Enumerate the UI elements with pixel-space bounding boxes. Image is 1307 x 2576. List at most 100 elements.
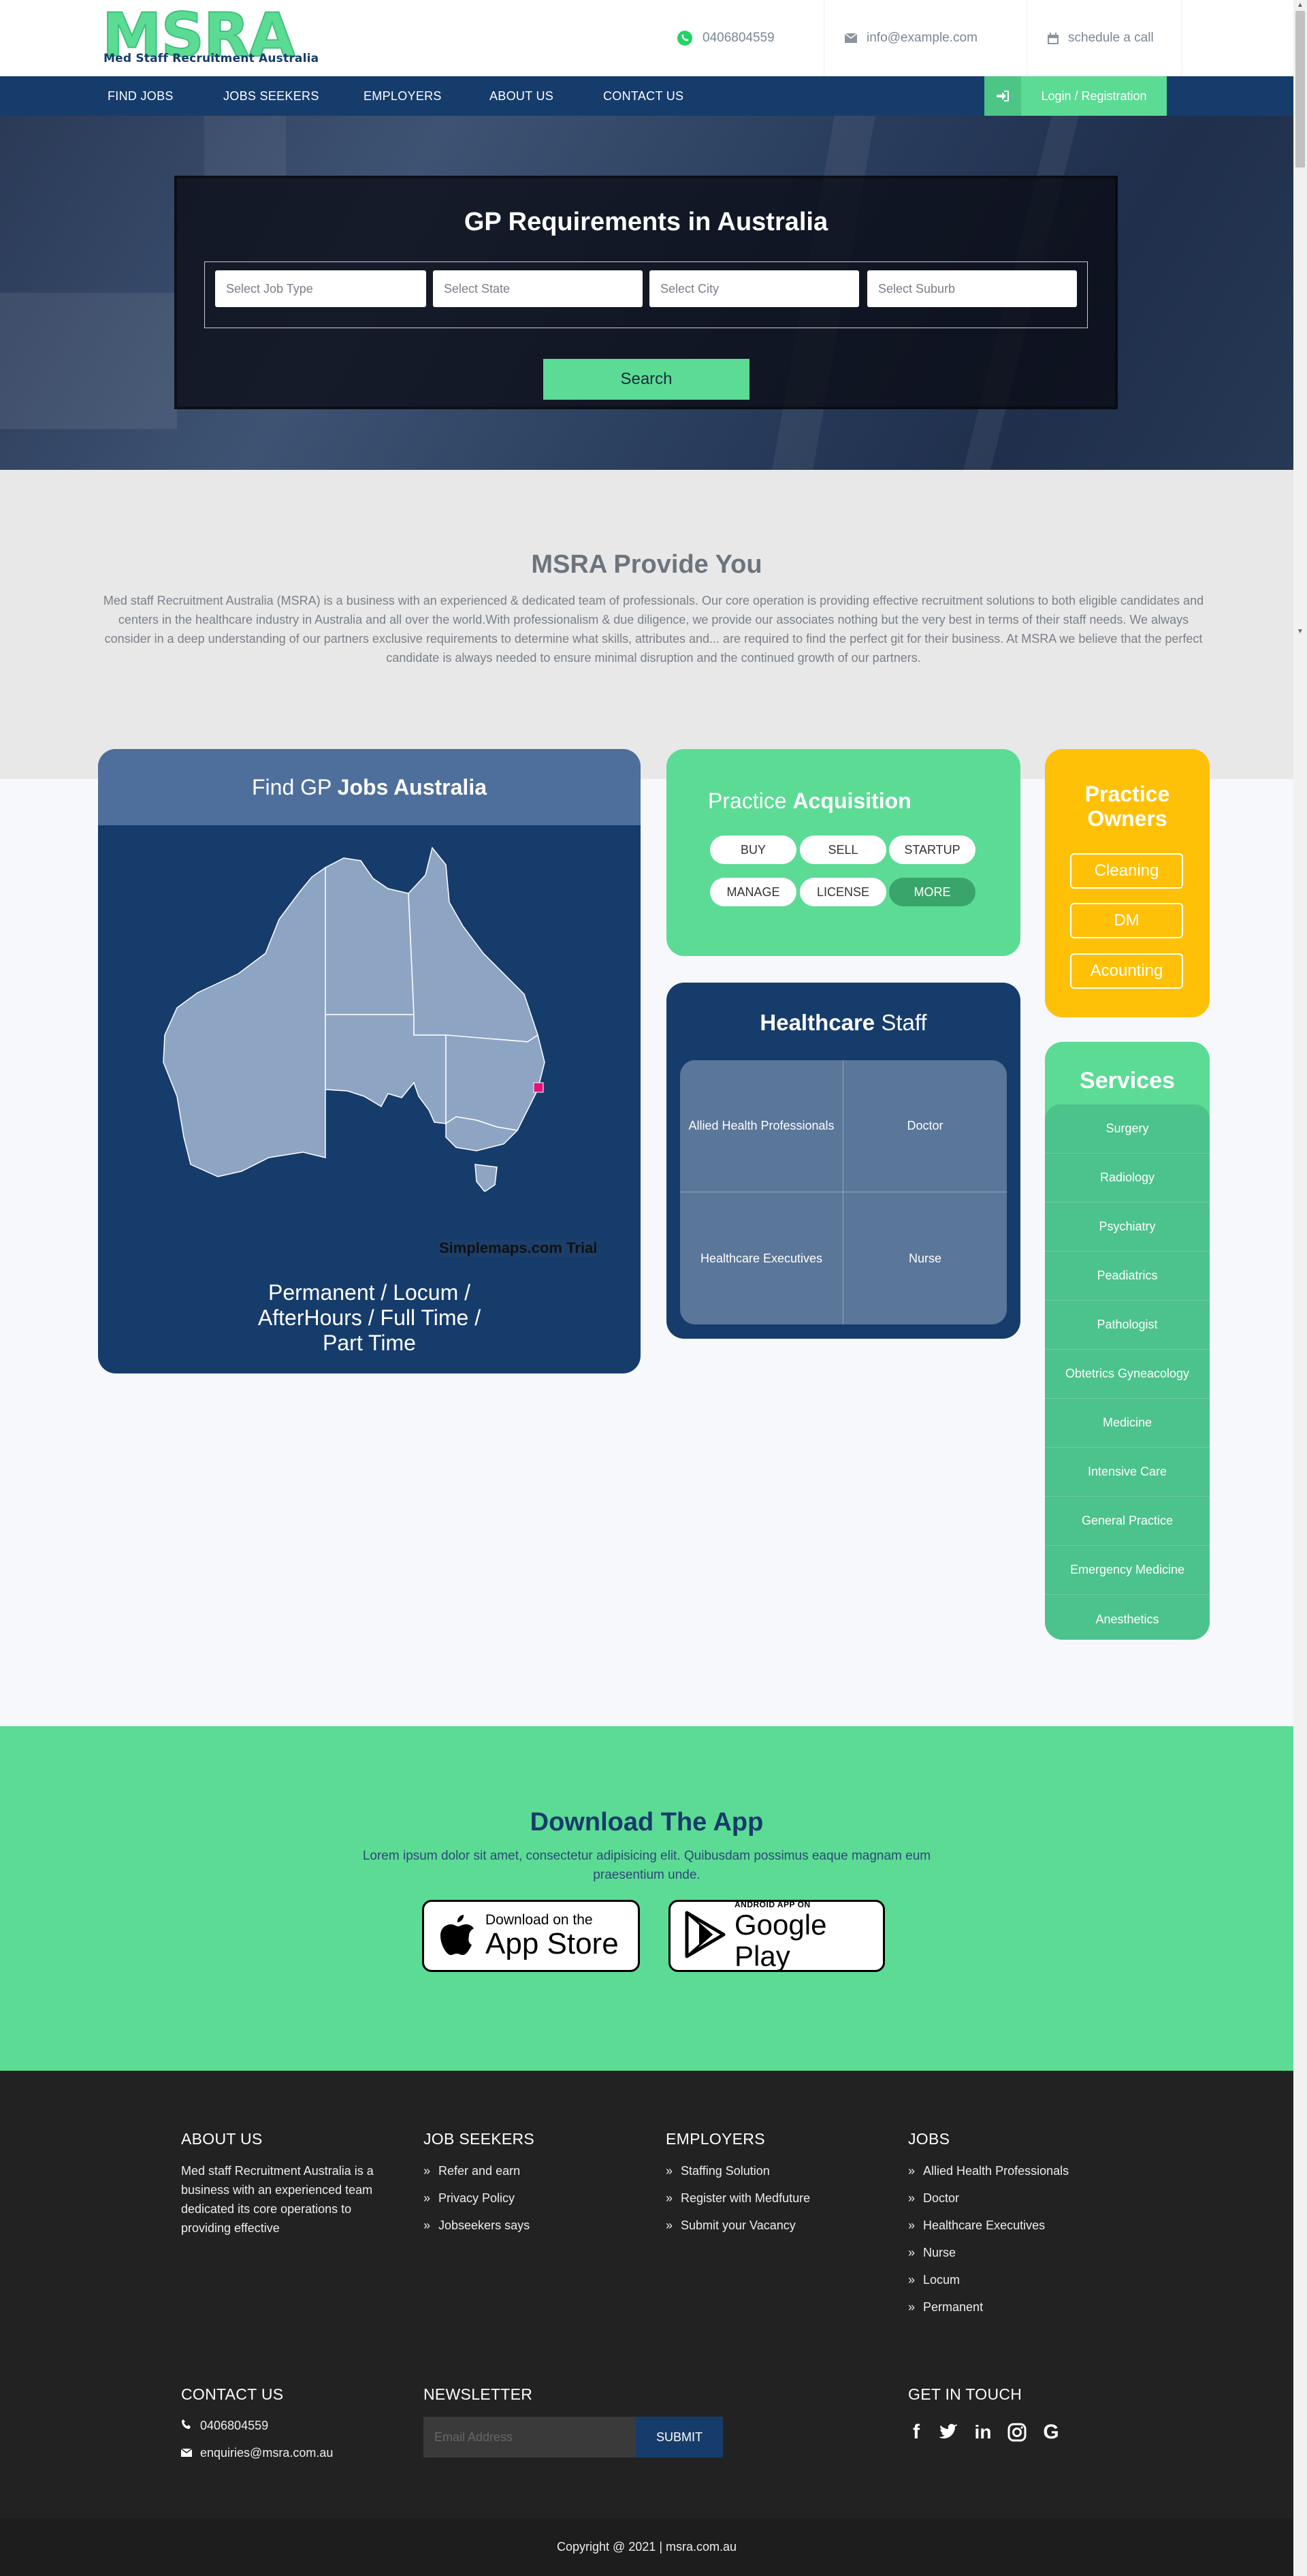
login-button[interactable]: Login / Registration (984, 76, 1167, 116)
copyright-text: Copyright @ 2021 | msra.com.au (556, 2540, 737, 2554)
chevron-double-icon: » (666, 2218, 673, 2232)
map-nt (325, 857, 415, 1015)
healthcare-staff-title: Healthcare Staff (666, 1010, 1020, 1036)
app-store-button[interactable]: Download on the App Store (422, 1900, 640, 1972)
startup-button[interactable]: STARTUP (889, 836, 975, 864)
scrollbar-thumb[interactable] (1295, 11, 1305, 168)
footer-link-submit-vacancy[interactable]: » Submit your Vacancy (666, 2212, 810, 2239)
copyright-bar: Copyright @ 2021 | msra.com.au (0, 2518, 1293, 2576)
dm-button[interactable]: DM (1070, 903, 1183, 938)
phone-contact[interactable]: 0406804559 (656, 0, 775, 76)
license-button[interactable]: LICENSE (800, 878, 886, 906)
footer-touch-heading: GET IN TOUCH (908, 2385, 1022, 2403)
service-obtetrics[interactable]: Obtetrics Gyneacology (1045, 1350, 1210, 1399)
twitter-icon[interactable] (934, 2419, 961, 2446)
allied-health-cell[interactable]: Allied Health Professionals (680, 1060, 843, 1192)
practice-acquisition-title-a: Practice (708, 789, 793, 813)
footer-job-permanent[interactable]: » Permanent (908, 2293, 1069, 2321)
footer-job-allied[interactable]: » Allied Health Professionals (908, 2157, 1069, 2184)
nav-contact-us[interactable]: CONTACT US (603, 76, 683, 116)
app-store-big: App Store (485, 1927, 619, 1960)
select-suburb[interactable]: Select Suburb (867, 270, 1077, 307)
sign-in-icon (984, 76, 1021, 116)
nav-employers[interactable]: EMPLOYERS (364, 76, 442, 116)
footer-job-nurse[interactable]: » Nurse (908, 2239, 1069, 2266)
schedule-call[interactable]: schedule a call (1027, 0, 1182, 76)
map-trial-label[interactable]: Simplemaps.com Trial (439, 1239, 598, 1257)
service-medicine[interactable]: Medicine (1045, 1399, 1210, 1448)
nav-jobs-seekers[interactable]: JOBS SEEKERS (223, 76, 319, 116)
practice-acquisition-title-b: Acquisition (792, 789, 911, 813)
google-play-big: Google Play (735, 1909, 827, 1972)
nav-about-us[interactable]: ABOUT US (489, 76, 553, 116)
footer-job-locum[interactable]: » Locum (908, 2266, 1069, 2293)
footer-about-heading: ABOUT US (181, 2130, 263, 2148)
footer-link-label: Privacy Policy (438, 2191, 515, 2205)
service-emergency-medicine[interactable]: Emergency Medicine (1045, 1546, 1210, 1595)
footer-job-doctor[interactable]: » Doctor (908, 2184, 1069, 2212)
newsletter-email-input[interactable]: Email Address (423, 2417, 636, 2458)
service-pathologist[interactable]: Pathologist (1045, 1301, 1210, 1350)
google-icon[interactable]: G (1037, 2419, 1065, 2446)
scroll-up-arrow[interactable]: ▲ (1293, 0, 1307, 11)
footer-link-refer[interactable]: » Refer and earn (423, 2157, 530, 2184)
select-state[interactable]: Select State (433, 270, 643, 307)
scrollbar-track[interactable] (1293, 0, 1307, 2576)
footer-link-label: Submit your Vacancy (681, 2218, 796, 2232)
footer-link-staffing[interactable]: » Staffing Solution (666, 2157, 810, 2184)
service-radiology[interactable]: Radiology (1045, 1154, 1210, 1203)
footer-jobs-list: » Allied Health Professionals » Doctor » He… (908, 2157, 1069, 2321)
footer-link-privacy[interactable]: » Privacy Policy (423, 2184, 530, 2212)
buy-button[interactable]: BUY (710, 836, 796, 864)
footer-employers-heading: EMPLOYERS (666, 2130, 765, 2148)
map-marker (533, 1082, 544, 1093)
practice-owners-title: Practice Owners (1045, 782, 1210, 831)
email-contact[interactable]: info@example.com (824, 0, 978, 76)
instagram-icon[interactable] (1003, 2419, 1031, 2446)
service-intensive-care[interactable]: Intensive Care (1045, 1448, 1210, 1497)
search-button[interactable]: Search (543, 359, 749, 400)
accounting-button[interactable]: Acounting (1070, 953, 1183, 989)
service-peadiatrics[interactable]: Peadiatrics (1045, 1252, 1210, 1301)
service-psychiatry[interactable]: Psychiatry (1045, 1203, 1210, 1252)
nav-find-jobs[interactable]: FIND JOBS (108, 76, 174, 116)
footer-link-label: Jobseekers says (438, 2218, 530, 2232)
provide-text: Med staff Recruitment Australia (MSRA) i… (103, 594, 1204, 665)
footer-job-executives[interactable]: » Healthcare Executives (908, 2212, 1069, 2239)
logo-subtitle: Med Staff Recruitment Australia (103, 52, 319, 65)
footer-phone[interactable]: 0406804559 (181, 2412, 333, 2439)
play-icon (684, 1911, 726, 1962)
cleaning-button[interactable]: Cleaning (1070, 853, 1183, 889)
download-app-title: Download The App (530, 1808, 764, 1836)
healthcare-executives-cell[interactable]: Healthcare Executives (680, 1192, 843, 1324)
google-play-button[interactable]: ANDROID APP ON Google Play (668, 1900, 885, 1972)
scroll-down-arrow[interactable]: ▼ (1293, 626, 1307, 637)
linkedin-icon[interactable]: in (969, 2419, 997, 2446)
chevron-double-icon: » (908, 2218, 916, 2232)
newsletter-submit-button[interactable]: SUBMIT (636, 2417, 723, 2458)
footer-about-text: Med staff Recruitment Australia is a bus… (181, 2164, 374, 2235)
service-surgery[interactable]: Surgery (1045, 1104, 1210, 1154)
nurse-cell[interactable]: Nurse (843, 1192, 1007, 1324)
service-anesthetics[interactable]: Anesthetics (1045, 1595, 1210, 1640)
find-gp-title: Find GP Jobs Australia (98, 749, 641, 825)
service-general-practice[interactable]: General Practice (1045, 1497, 1210, 1546)
footer-email[interactable]: enquiries@msra.com.au (180, 2439, 333, 2466)
footer-link-label: Doctor (923, 2191, 960, 2205)
practice-owners-title-text: Practice Owners (1084, 782, 1170, 831)
more-button[interactable]: MORE (889, 878, 975, 906)
google-play-small: ANDROID APP ON (735, 1900, 811, 1909)
select-city[interactable]: Select City (649, 270, 859, 307)
select-job-type[interactable]: Select Job Type (215, 270, 426, 307)
footer-link-register[interactable]: » Register with Medfuture (666, 2184, 810, 2212)
google-play-text: ANDROID APP ON Google Play (735, 1900, 883, 1972)
schedule-text: schedule a call (1068, 31, 1154, 45)
manage-button[interactable]: MANAGE (710, 878, 796, 906)
footer-seekers-heading: JOB SEEKERS (423, 2130, 535, 2148)
australia-map[interactable] (157, 838, 592, 1193)
footer-link-jobseekers-says[interactable]: » Jobseekers says (423, 2212, 530, 2239)
facebook-icon[interactable]: f (903, 2419, 930, 2446)
doctor-cell[interactable]: Doctor (843, 1060, 1007, 1192)
sell-button[interactable]: SELL (800, 836, 886, 864)
healthcare-staff-title-b: Staff (875, 1010, 927, 1035)
